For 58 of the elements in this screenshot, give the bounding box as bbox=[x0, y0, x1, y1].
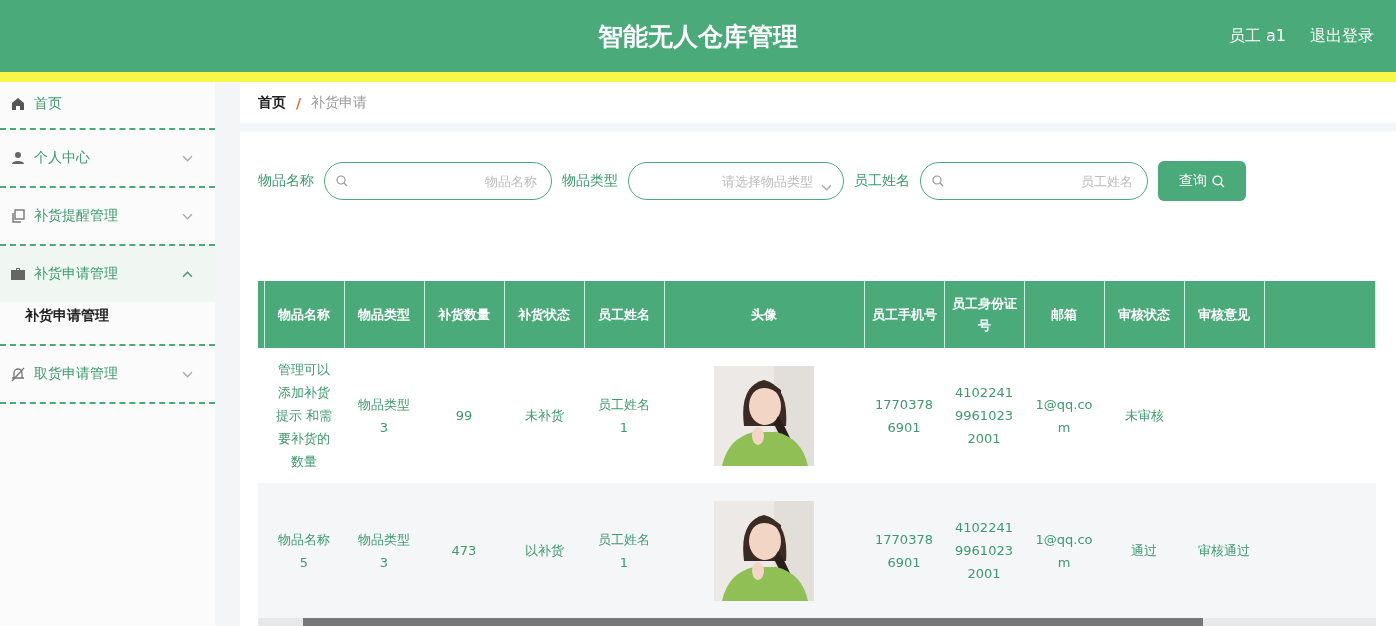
table-cell: 99 bbox=[455, 408, 473, 423]
query-button[interactable]: 查询 bbox=[1158, 161, 1246, 201]
column-header: 物品类型 bbox=[344, 281, 424, 348]
bell-off-icon bbox=[10, 366, 26, 382]
app-title: 智能无人仓库管理 bbox=[598, 20, 798, 53]
sidebar-item[interactable]: 首页 bbox=[0, 84, 215, 130]
table-cell: 410224199610232001 bbox=[955, 520, 1013, 581]
table-cell: 未审核 bbox=[1124, 408, 1164, 423]
search-field[interactable]: 物品名称 bbox=[324, 162, 552, 200]
horizontal-scrollbar[interactable] bbox=[258, 618, 1376, 626]
table-cell: 410224199610232001 bbox=[955, 385, 1013, 446]
column-header: 补货数量 bbox=[424, 281, 504, 348]
table-cell: 1@qq.com bbox=[1035, 531, 1093, 570]
table-cell: 未补货 bbox=[524, 408, 564, 423]
logout-link[interactable]: 退出登录 bbox=[1310, 25, 1374, 47]
column-header: 物品名称 bbox=[264, 281, 344, 348]
field-label: 员工姓名 bbox=[854, 172, 910, 190]
column-header: 头像 bbox=[664, 281, 864, 348]
table-cell: 管理可以添加补货提示 和需要补货的数量 bbox=[275, 362, 333, 469]
field-label: 物品类型 bbox=[562, 172, 618, 190]
table-cell: 员工姓名1 bbox=[598, 531, 650, 570]
type-select[interactable]: 请选择物品类型 bbox=[628, 162, 844, 200]
table-cell: 物品类型3 bbox=[358, 531, 410, 570]
column-header: 审核状态 bbox=[1104, 281, 1184, 348]
search-field[interactable]: 员工姓名 bbox=[920, 162, 1148, 200]
breadcrumb-separator: / bbox=[296, 94, 302, 111]
breadcrumb-item[interactable]: 首页 bbox=[258, 93, 286, 112]
sidebar-subitem[interactable]: 补货申请管理 bbox=[0, 302, 215, 344]
table-cell: 1@qq.com bbox=[1035, 396, 1093, 435]
table-cell: 以补货 bbox=[524, 543, 564, 558]
search-icon bbox=[1212, 174, 1225, 188]
table-cell: 物品类型3 bbox=[358, 396, 410, 435]
search-icon bbox=[336, 175, 348, 187]
table-cell: 473 bbox=[451, 543, 477, 558]
table-cell: 物品名称5 bbox=[278, 531, 330, 570]
briefcase-icon bbox=[10, 266, 26, 282]
user-icon bbox=[10, 150, 26, 166]
sidebar-item[interactable]: 个人中心 bbox=[0, 130, 215, 188]
table-cell: 17703786901 bbox=[875, 531, 933, 570]
home-icon bbox=[10, 96, 26, 112]
column-header: 员工身份证号 bbox=[944, 281, 1024, 348]
table-cell: 员工姓名1 bbox=[598, 396, 650, 435]
search-icon bbox=[932, 175, 944, 187]
caret-down-icon bbox=[821, 184, 832, 191]
table-cell: 通过 bbox=[1131, 543, 1157, 558]
column-header: 补货状态 bbox=[504, 281, 584, 348]
breadcrumb-item: 补货申请 bbox=[311, 93, 368, 112]
table-cell: 审核通过 bbox=[1198, 543, 1250, 558]
copy-icon bbox=[10, 208, 26, 224]
column-header: 审核意见 bbox=[1184, 281, 1264, 348]
sidebar-item[interactable]: 补货申请管理 bbox=[0, 246, 215, 302]
sidebar-item[interactable]: 取货申请管理 bbox=[0, 346, 215, 404]
column-header: 员工手机号 bbox=[864, 281, 944, 348]
column-header: 员工姓名 bbox=[584, 281, 664, 348]
user-name: 员工 a1 bbox=[1228, 25, 1286, 47]
field-label: 物品名称 bbox=[258, 172, 314, 190]
column-header: 邮箱 bbox=[1024, 281, 1104, 348]
table-cell: 17703786901 bbox=[875, 396, 933, 435]
